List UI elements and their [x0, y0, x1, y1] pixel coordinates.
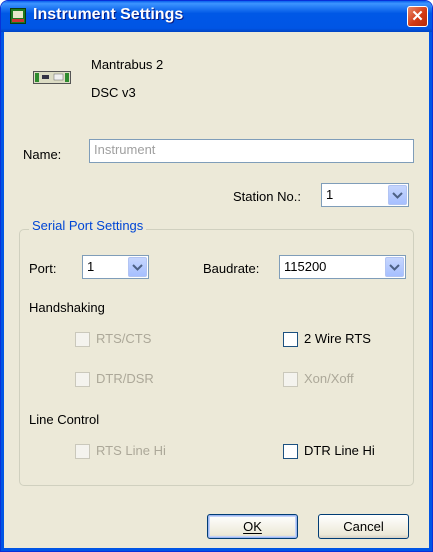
chevron-down-icon [389, 264, 400, 271]
title-bar[interactable]: Instrument Settings ✕ [1, 1, 432, 32]
dtr-dsr-checkbox[interactable] [75, 372, 90, 387]
port-value: 1 [87, 259, 95, 274]
instrument-settings-dialog: Instrument Settings ✕ Mantrabus 2 DSC v3… [0, 0, 433, 552]
station-label: Station No.: [233, 189, 301, 204]
rts-line-hi-label: RTS Line Hi [96, 443, 166, 458]
rts-cts-checkbox[interactable] [75, 332, 90, 347]
window-frame-bottom [1, 548, 432, 551]
instrument-app-icon [10, 8, 26, 24]
chevron-down-icon [392, 192, 403, 199]
cancel-button-label: Cancel [343, 519, 384, 534]
serial-port-title: Serial Port Settings [29, 218, 147, 233]
port-dropdown-button[interactable] [128, 257, 147, 277]
xon-xoff-checkbox[interactable] [283, 372, 298, 387]
baudrate-label: Baudrate: [203, 261, 260, 276]
line-control-label: Line Control [29, 412, 100, 427]
name-field-placeholder: Instrument [94, 142, 156, 157]
baudrate-select[interactable]: 115200 [279, 255, 406, 279]
baudrate-dropdown-button[interactable] [385, 257, 404, 277]
handshaking-label: Handshaking [29, 300, 105, 315]
xon-xoff-label: Xon/Xoff [304, 371, 354, 386]
two-wire-rts-label: 2 Wire RTS [304, 331, 371, 346]
station-dropdown-button[interactable] [388, 185, 407, 205]
device-version: DSC v3 [91, 85, 136, 100]
device-model: Mantrabus 2 [91, 57, 164, 72]
window-frame-right [429, 32, 432, 551]
device-icon [33, 71, 71, 84]
baudrate-value: 115200 [284, 259, 327, 274]
window-title: Instrument Settings [33, 6, 184, 23]
chevron-down-icon [132, 264, 143, 271]
close-button[interactable]: ✕ [407, 6, 428, 27]
name-label: Name: [23, 147, 62, 162]
rts-cts-label: RTS/CTS [96, 331, 152, 346]
ok-button-label: OK [243, 519, 262, 534]
station-select[interactable]: 1 [321, 183, 409, 207]
close-icon: ✕ [411, 8, 424, 25]
dtr-dsr-label: DTR/DSR [96, 371, 154, 386]
port-label: Port: [29, 261, 57, 276]
name-field[interactable]: Instrument [89, 139, 414, 163]
station-value: 1 [326, 187, 334, 202]
port-select[interactable]: 1 [82, 255, 149, 279]
rts-line-hi-checkbox[interactable] [75, 444, 90, 459]
dtr-line-hi-checkbox[interactable] [283, 444, 298, 459]
two-wire-rts-checkbox[interactable] [283, 332, 298, 347]
ok-button[interactable]: OK [207, 514, 298, 539]
window-frame-left [1, 32, 4, 551]
cancel-button[interactable]: Cancel [318, 514, 409, 539]
dtr-line-hi-label: DTR Line Hi [304, 443, 375, 458]
